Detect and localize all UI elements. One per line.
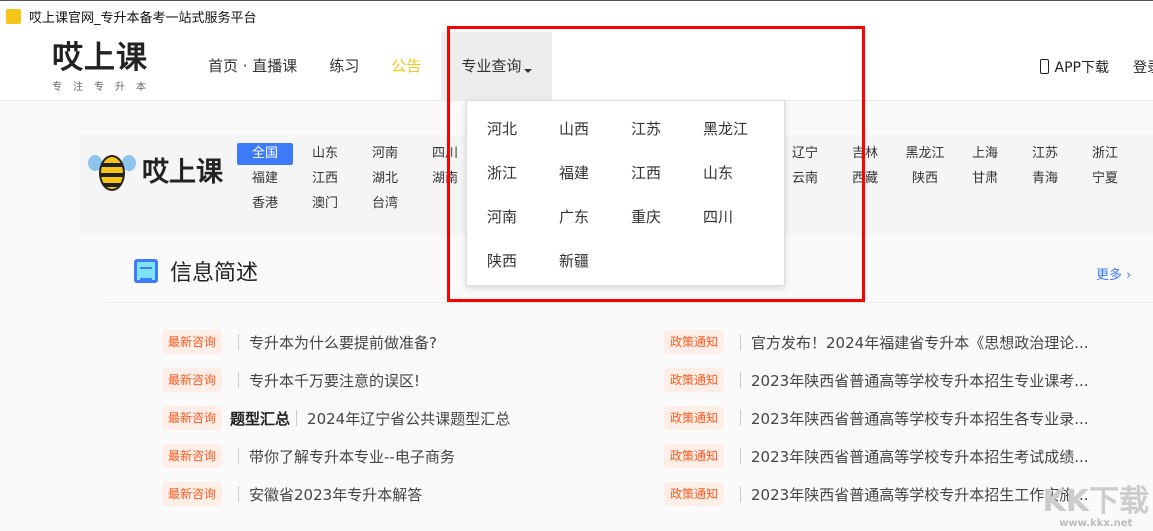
region-item[interactable]: 澳门 (297, 193, 353, 215)
logo-slogan: 专注专升本 (52, 82, 157, 93)
watermark-logo: KK下载 (1042, 484, 1150, 519)
news-item[interactable]: 最新咨询 题型汇总 2024年辽宁省公共课题型汇总 (162, 399, 510, 437)
news-item[interactable]: 政策通知 官方发布！2024年福建省专升本《思想政治理论... (664, 323, 1089, 361)
news-title[interactable]: 专升本千万要注意的误区! (249, 370, 420, 391)
news-tag: 最新咨询 (162, 406, 223, 430)
region-item[interactable]: 河南 (357, 143, 413, 165)
login-link[interactable]: 登录 (1133, 57, 1153, 77)
app-download-label: APP下载 (1054, 59, 1109, 76)
region-item[interactable]: 江西 (297, 168, 353, 190)
news-tag: 政策通知 (664, 330, 725, 354)
news-tag: 政策通知 (664, 406, 725, 430)
news-title[interactable]: 官方发布！2024年福建省专升本《思想政治理论... (751, 332, 1088, 353)
region-item[interactable]: 湖北 (357, 168, 413, 190)
divider (105, 302, 1153, 303)
news-title[interactable]: 专升本为什么要提前做准备? (249, 332, 437, 353)
region-item-selected[interactable]: 全国 (237, 143, 293, 165)
news-item[interactable]: 政策通知 2023年陕西省普通高等学校专升本招生各专业录... (664, 399, 1089, 437)
region-item[interactable]: 山东 (297, 143, 353, 165)
nav-practice[interactable]: 练习 (313, 32, 375, 101)
news-tag: 最新咨询 (162, 330, 223, 354)
info-section-title: 信息简述 (134, 255, 258, 287)
nav-home-live[interactable]: 首页 · 直播课 (192, 32, 313, 101)
app-download-link[interactable]: APP下载 (1039, 57, 1109, 77)
watermark: KK下载 www.kkx.net (1042, 484, 1150, 530)
region-item[interactable]: 青海 (1017, 168, 1073, 190)
news-title[interactable]: 2024年辽宁省公共课题型汇总 (307, 408, 510, 429)
watermark-url: www.kkx.net (1059, 518, 1133, 529)
news-tag: 最新咨询 (162, 482, 223, 506)
calendar-icon (134, 259, 158, 283)
news-list-left: 最新咨询 专升本为什么要提前做准备? 最新咨询 专升本千万要注意的误区! 最新咨询题… (162, 323, 510, 513)
info-title-text: 信息简述 (170, 261, 259, 286)
news-title[interactable]: 2023年陕西省普通高等学校专升本招生工作实施... (751, 484, 1088, 505)
chevron-right-icon: › (1126, 268, 1132, 283)
region-item[interactable]: 香港 (237, 193, 293, 215)
news-list-right: 政策通知 官方发布！2024年福建省专升本《思想政治理论... 政策通知 2023年… (664, 323, 1089, 513)
news-tag: 最新咨询 (162, 444, 223, 468)
region-item[interactable]: 陕西 (897, 168, 953, 190)
phone-icon (1039, 59, 1049, 74)
region-item[interactable]: 黑龙江 (897, 143, 953, 165)
news-title[interactable]: 2023年陕西省普通高等学校专升本招生各专业录... (751, 408, 1088, 429)
news-title[interactable]: 安徽省2023年专升本解答 (249, 484, 422, 505)
news-item[interactable]: 最新咨询 带你了解专升本专业--电子商务 (162, 437, 510, 475)
region-item[interactable]: 江苏 (1017, 143, 1073, 165)
news-tag: 政策通知 (664, 482, 725, 506)
bee-logo: 哎上课 (86, 143, 223, 195)
news-item[interactable]: 最新咨询 专升本为什么要提前做准备? (162, 323, 510, 361)
region-grid-left: 全国 山东 河南 四川 福建 江西 湖北 湖南 香港 澳门 台湾 (237, 143, 477, 215)
news-tag: 政策通知 (664, 368, 725, 392)
logo-text: 哎上课 (52, 40, 148, 76)
news-title[interactable]: 2023年陕西省普通高等学校专升本招生考试成绩... (751, 446, 1088, 467)
news-item[interactable]: 政策通知 2023年陕西省普通高等学校专升本招生工作实施... (664, 475, 1089, 513)
news-title[interactable]: 带你了解专升本专业--电子商务 (249, 446, 455, 467)
region-item[interactable]: 浙江 (1077, 143, 1133, 165)
news-label: 题型汇总 (230, 409, 291, 428)
news-item[interactable]: 最新咨询 安徽省2023年专升本解答 (162, 475, 510, 513)
region-item[interactable]: 台湾 (357, 193, 413, 215)
annotation-highlight-box (447, 26, 865, 302)
more-label: 更多 (1096, 268, 1123, 283)
region-item[interactable]: 宁夏 (1077, 168, 1133, 190)
favicon-icon (6, 9, 21, 24)
site-logo[interactable]: 哎上课 专注专升本 (52, 40, 162, 93)
page-title: 哎上课官网_专升本备考一站式服务平台 (29, 11, 257, 26)
news-tag: 最新咨询 (162, 368, 223, 392)
region-item[interactable]: 上海 (957, 143, 1013, 165)
nav-notice[interactable]: 公告 (375, 32, 437, 101)
news-item[interactable]: 最新咨询 专升本千万要注意的误区! (162, 361, 510, 399)
bee-mascot-icon (86, 143, 138, 195)
region-item[interactable]: 甘肃 (957, 168, 1013, 190)
region-item[interactable]: 福建 (237, 168, 293, 190)
news-item[interactable]: 政策通知 2023年陕西省普通高等学校专升本招生专业课考... (664, 361, 1089, 399)
news-item[interactable]: 政策通知 2023年陕西省普通高等学校专升本招生考试成绩... (664, 437, 1089, 475)
bee-logo-text: 哎上课 (142, 156, 223, 188)
news-title[interactable]: 2023年陕西省普通高等学校专升本招生专业课考... (751, 370, 1088, 391)
more-link[interactable]: 更多 › (1096, 264, 1131, 283)
news-tag: 政策通知 (664, 444, 725, 468)
